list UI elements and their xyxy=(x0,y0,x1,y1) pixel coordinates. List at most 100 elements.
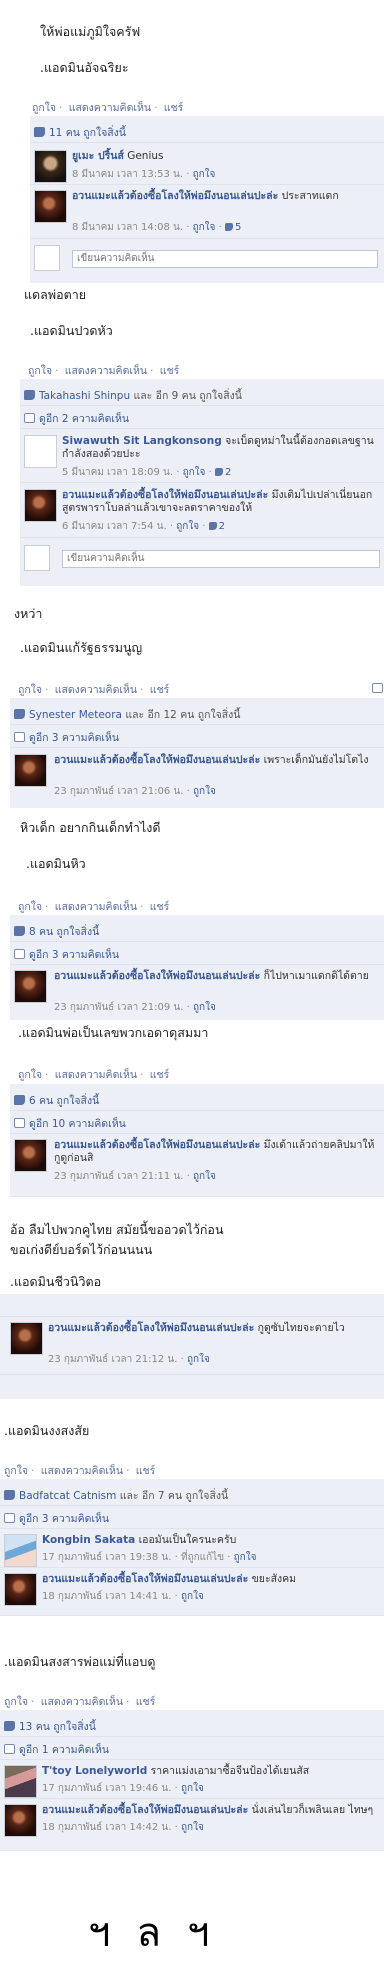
share-link[interactable]: แชร์ xyxy=(160,365,180,377)
avatar[interactable] xyxy=(24,435,57,468)
comment-link[interactable]: แสดงความคิดเห็น xyxy=(55,1069,137,1081)
comment-time[interactable]: 5 มีนาคม เวลา 18:09 น. xyxy=(62,467,173,478)
avatar[interactable] xyxy=(4,1573,37,1606)
avatar[interactable] xyxy=(24,489,57,522)
comment-link[interactable]: แสดงความคิดเห็น xyxy=(65,365,147,377)
avatar[interactable] xyxy=(4,1765,37,1798)
comment-like-link[interactable]: ถูกใจ xyxy=(176,521,199,532)
comment-time[interactable]: 8 มีนาคม เวลา 14:08 น. xyxy=(72,222,183,233)
compose-icon[interactable] xyxy=(372,683,383,693)
share-link[interactable]: แชร์ xyxy=(136,1696,156,1708)
comment-author[interactable]: Kongbin Sakata xyxy=(42,1534,135,1546)
comment-link[interactable]: แสดงความคิดเห็น xyxy=(41,1465,123,1477)
comment-like-count[interactable]: 2 xyxy=(219,521,225,532)
comment-like-link[interactable]: ถูกใจ xyxy=(181,1822,204,1833)
like-link[interactable]: ถูกใจ xyxy=(32,102,56,114)
avatar[interactable] xyxy=(14,1139,47,1172)
comment-time[interactable]: 23 กุมภาพันธ์ เวลา 21:06 น. xyxy=(54,786,183,797)
likes-row[interactable]: 13 คน ถูกใจสิ่งนี้ xyxy=(4,1718,384,1735)
comment-link[interactable]: แสดงความคิดเห็น xyxy=(41,1696,123,1708)
like-link[interactable]: ถูกใจ xyxy=(4,1465,28,1477)
post-actions: ถูกใจ · แสดงความคิดเห็น · แชร์ xyxy=(18,684,170,696)
comment-link[interactable]: แสดงความคิดเห็น xyxy=(55,684,137,696)
comment-box: 6 คน ถูกใจสิ่งนี้ ดูอีก 10 ความคิดเห็น อ… xyxy=(10,1084,384,1197)
likes-row[interactable]: 11 คน ถูกใจสิ่งนี้ xyxy=(34,124,384,141)
post-actions: ถูกใจ · แสดงความคิดเห็น · แชร์ xyxy=(18,1069,170,1081)
avatar[interactable] xyxy=(4,1534,37,1567)
liker-name[interactable]: Badfatcat Catnism xyxy=(19,1490,116,1502)
comment-time[interactable]: 17 กุมภาพันธ์ เวลา 19:46 น. xyxy=(42,1783,171,1794)
comment-author[interactable]: อวนแมะแล้วต้องซื้อโลงให้พ่อมึงนอนเล่นปะล… xyxy=(48,1322,254,1334)
avatar[interactable] xyxy=(10,1322,43,1355)
comment-author[interactable]: อวนแมะแล้วต้องซื้อโลงให้พ่อมึงนอนเล่นปะล… xyxy=(54,970,260,982)
comment-like-link[interactable]: ถูกใจ xyxy=(234,1552,257,1563)
avatar[interactable] xyxy=(34,150,67,183)
share-link[interactable]: แชร์ xyxy=(150,901,170,913)
comment-time[interactable]: 18 กุมภาพันธ์ เวลา 14:41 น. xyxy=(42,1591,171,1602)
share-link[interactable]: แชร์ xyxy=(164,102,184,114)
comment-author[interactable]: อวนแมะแล้วต้องซื้อโลงให้พ่อมึงนอนเล่นปะล… xyxy=(54,754,260,766)
comment-like-link[interactable]: ถูกใจ xyxy=(193,786,216,797)
comment-like-count[interactable]: 5 xyxy=(235,222,241,233)
comment-like-link[interactable]: ถูกใจ xyxy=(187,1354,210,1365)
write-comment-input[interactable]: เขียนความคิดเห็น xyxy=(72,250,378,268)
post-strip-4: หิวเด็ก อยากกินเด็กทำไงดี .แอดมินหิว ถูก… xyxy=(10,808,384,1023)
view-more-comments[interactable]: ดูอีก 2 ความคิดเห็น xyxy=(24,410,384,427)
comment-author[interactable]: อวนแมะแล้วต้องซื้อโลงให้พ่อมึงนอนเล่นปะล… xyxy=(62,489,268,501)
share-link[interactable]: แชร์ xyxy=(150,1069,170,1081)
like-link[interactable]: ถูกใจ xyxy=(4,1696,28,1708)
comment-edited[interactable]: ที่ถูกแก้ไข xyxy=(181,1552,224,1563)
view-more-comments[interactable]: ดูอีก 3 ความคิดเห็น xyxy=(4,1510,384,1527)
comment-time[interactable]: 23 กุมภาพันธ์ เวลา 21:12 น. xyxy=(48,1354,177,1365)
comment-author[interactable]: ยูเมะ ปริ้นส์ xyxy=(72,150,124,162)
comment-time[interactable]: 17 กุมภาพันธ์ เวลา 19:38 น. xyxy=(42,1552,171,1563)
post-text: อ้อ ลืมไปพวกคูไทย สมัยนี้ขออวดไว้ก่อน xyxy=(10,1222,224,1237)
like-link[interactable]: ถูกใจ xyxy=(18,901,42,913)
likes-row: Synester Meteora และ อีก 12 คน ถูกใจสิ่ง… xyxy=(14,706,384,723)
comment-author[interactable]: อวนแมะแล้วต้องซื้อโลงให้พ่อมึงนอนเล่นปะล… xyxy=(42,1573,248,1585)
comment-link[interactable]: แสดงความคิดเห็น xyxy=(55,901,137,913)
comment-time[interactable]: 23 กุมภาพันธ์ เวลา 21:09 น. xyxy=(54,1002,183,1013)
avatar[interactable] xyxy=(34,190,67,223)
view-more-comments[interactable]: ดูอีก 3 ความคิดเห็น xyxy=(14,729,384,746)
liker-name[interactable]: Takahashi Shinpu xyxy=(39,390,130,402)
comment-author[interactable]: Siwawuth Sit Langkonsong xyxy=(62,435,222,447)
view-more-comments[interactable]: ดูอีก 10 ความคิดเห็น xyxy=(14,1115,384,1132)
like-link[interactable]: ถูกใจ xyxy=(28,365,52,377)
comment-time[interactable]: 6 มีนาคม เวลา 7:54 น. xyxy=(62,521,167,532)
handwritten-signature: ฯลฯ xyxy=(88,1910,236,1956)
comment: Kongbin Sakata เออมันเป็นใครนะครับ xyxy=(42,1534,378,1547)
comment-like-link[interactable]: ถูกใจ xyxy=(181,1591,204,1602)
view-more-comments[interactable]: ดูอีก 1 ความคิดเห็น xyxy=(4,1741,384,1758)
comment-time[interactable]: 8 มีนาคม เวลา 13:53 น. xyxy=(72,169,183,180)
comment-like-link[interactable]: ถูกใจ xyxy=(181,1783,204,1794)
comment-author[interactable]: อวนแมะแล้วต้องซื้อโลงให้พ่อมึงนอนเล่นปะล… xyxy=(54,1139,260,1151)
like-link[interactable]: ถูกใจ xyxy=(18,684,42,696)
comment-like-link[interactable]: ถูกใจ xyxy=(193,222,216,233)
comment-author[interactable]: อวนแมะแล้วต้องซื้อโลงให้พ่อมึงนอนเล่นปะล… xyxy=(72,190,278,202)
view-more-comments[interactable]: ดูอีก 3 ความคิดเห็น xyxy=(14,946,384,963)
liker-name[interactable]: Synester Meteora xyxy=(29,709,122,721)
comment: อวนแมะแล้วต้องซื้อโลงให้พ่อมึงนอนเล่นปะล… xyxy=(42,1573,378,1586)
comment-like-link[interactable]: ถูกใจ xyxy=(193,1002,216,1013)
comment-time[interactable]: 23 กุมภาพันธ์ เวลา 21:11 น. xyxy=(54,1171,183,1182)
comment-like-link[interactable]: ถูกใจ xyxy=(183,467,206,478)
comment-author[interactable]: T'toy Lonelyworld xyxy=(42,1765,147,1777)
like-link[interactable]: ถูกใจ xyxy=(18,1069,42,1081)
likes-row[interactable]: 8 คน ถูกใจสิ่งนี้ xyxy=(14,923,384,940)
write-comment-input[interactable]: เขียนความคิดเห็น xyxy=(62,550,380,568)
comment-author[interactable]: อวนแมะแล้วต้องซื้อโลงให้พ่อมึงนอนเล่นปะล… xyxy=(42,1804,248,1816)
share-link[interactable]: แชร์ xyxy=(136,1465,156,1477)
comment-like-link[interactable]: ถูกใจ xyxy=(193,1171,216,1182)
comment-bubble-icon xyxy=(14,949,25,959)
comment-like-count[interactable]: 2 xyxy=(225,467,231,478)
comment-link[interactable]: แสดงความคิดเห็น xyxy=(69,102,151,114)
comment-like-link[interactable]: ถูกใจ xyxy=(193,169,216,180)
likes-row[interactable]: 6 คน ถูกใจสิ่งนี้ xyxy=(14,1092,384,1109)
share-link[interactable]: แชร์ xyxy=(150,684,170,696)
avatar[interactable] xyxy=(14,970,47,1003)
avatar[interactable] xyxy=(14,754,47,787)
avatar[interactable] xyxy=(4,1804,37,1837)
comment-time[interactable]: 18 กุมภาพันธ์ เวลา 14:42 น. xyxy=(42,1822,171,1833)
comment-body: นั่งเล่นไยวก็เพลินเลย ไทษๆ xyxy=(251,1804,374,1816)
